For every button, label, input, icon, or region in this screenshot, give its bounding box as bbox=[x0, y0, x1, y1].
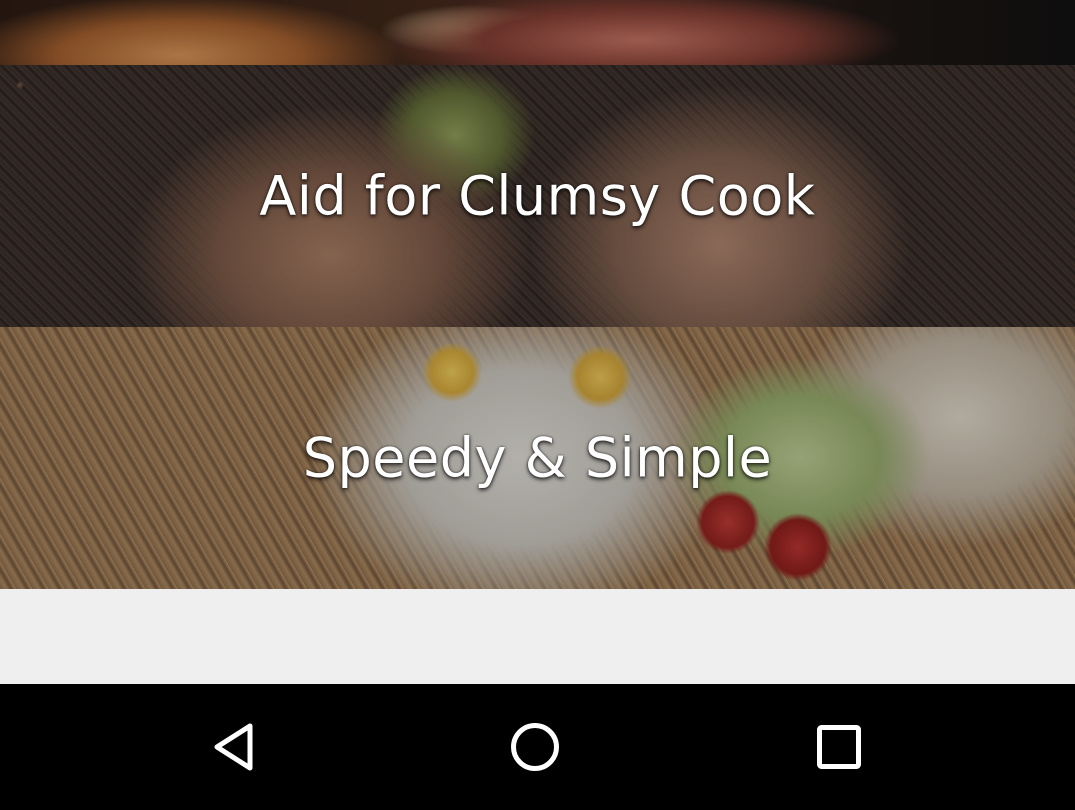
back-triangle-icon bbox=[214, 723, 253, 771]
system-navigation-bar bbox=[0, 684, 1075, 810]
empty-content-area bbox=[0, 589, 1075, 684]
banner-title: Speedy & Simple bbox=[302, 426, 773, 490]
home-circle-icon bbox=[511, 723, 559, 771]
banner-aid-for-clumsy-cook[interactable]: Aid for Clumsy Cook bbox=[0, 65, 1075, 327]
burger-photo bbox=[0, 0, 1075, 65]
banner-title: Aid for Clumsy Cook bbox=[259, 164, 816, 228]
recent-apps-button[interactable] bbox=[804, 712, 874, 782]
back-button[interactable] bbox=[199, 712, 269, 782]
banner-speedy-and-simple[interactable]: Speedy & Simple bbox=[0, 327, 1075, 589]
banner-burger-partial[interactable] bbox=[0, 0, 1075, 65]
app-screen: Aid for Clumsy Cook Speedy & Simple bbox=[0, 0, 1075, 810]
recent-apps-square-icon bbox=[817, 725, 861, 769]
home-button[interactable] bbox=[500, 712, 570, 782]
